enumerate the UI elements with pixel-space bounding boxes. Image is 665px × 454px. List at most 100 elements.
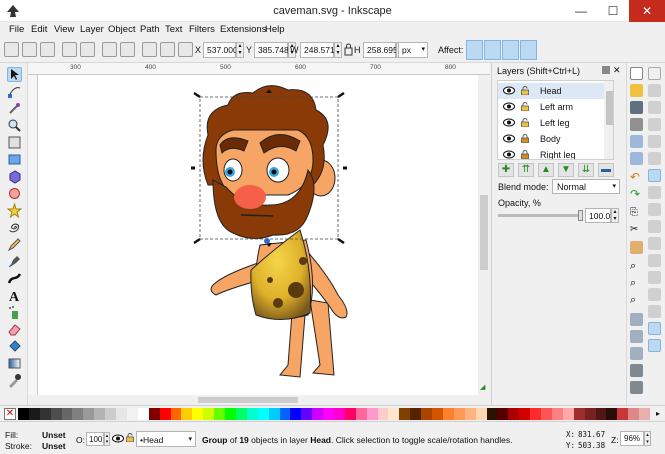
color-swatch[interactable]	[497, 408, 509, 420]
snap-nodes-icon[interactable]	[648, 169, 661, 182]
unlock-icon[interactable]	[521, 86, 529, 96]
pencil-tool-icon[interactable]	[7, 237, 22, 252]
color-swatch[interactable]	[105, 408, 117, 420]
color-swatch[interactable]	[421, 408, 433, 420]
menu-edit[interactable]: Edit	[31, 24, 47, 35]
color-swatch[interactable]	[519, 408, 531, 420]
layer-list-scrollbar[interactable]	[604, 81, 613, 159]
color-swatch[interactable]	[137, 408, 150, 420]
add-layer-button[interactable]: ✚	[498, 163, 514, 177]
stroke-value[interactable]: Unset	[42, 441, 66, 451]
color-swatch[interactable]	[639, 408, 651, 420]
color-swatch[interactable]	[617, 408, 629, 420]
menu-file[interactable]: File	[9, 24, 24, 35]
scale-stroke-toggle[interactable]	[466, 40, 483, 60]
raise-to-top-icon[interactable]	[142, 42, 157, 57]
node-tool-icon[interactable]	[7, 84, 22, 99]
lock-ratio-icon[interactable]	[344, 43, 353, 56]
transform-gradients-toggle[interactable]	[502, 40, 519, 60]
x-field[interactable]: 537.000	[203, 42, 238, 58]
snap-object-center-icon[interactable]	[648, 271, 661, 284]
snap-bbox-icon[interactable]	[648, 84, 661, 97]
color-swatch[interactable]	[551, 408, 564, 420]
3d-box-tool-icon[interactable]	[7, 169, 22, 184]
snap-page-border-icon[interactable]	[648, 305, 661, 318]
snap-rotation-center-icon[interactable]	[648, 288, 661, 301]
color-swatch[interactable]	[257, 408, 270, 420]
color-swatch[interactable]	[312, 408, 324, 420]
eye-icon[interactable]	[503, 86, 515, 95]
color-swatch[interactable]	[214, 408, 226, 420]
color-swatch[interactable]	[61, 408, 73, 420]
pen-tool-icon[interactable]	[7, 254, 22, 269]
x-spinner[interactable]: ▴ ▾	[236, 42, 244, 58]
ungroup-icon[interactable]	[630, 381, 643, 394]
color-swatch[interactable]	[486, 408, 498, 420]
zoom-tool-icon[interactable]	[7, 118, 22, 133]
color-swatch[interactable]	[399, 408, 411, 420]
minimize-button[interactable]: —	[565, 0, 597, 22]
color-swatch[interactable]	[116, 408, 128, 420]
color-swatch[interactable]	[39, 408, 52, 420]
opacity-field[interactable]: 100.0	[585, 208, 611, 223]
color-swatch[interactable]	[148, 408, 161, 420]
color-swatch[interactable]	[541, 408, 553, 420]
menu-view[interactable]: View	[54, 24, 74, 35]
color-swatch[interactable]	[18, 408, 30, 420]
color-swatch[interactable]	[432, 408, 444, 420]
color-swatch[interactable]	[508, 408, 520, 420]
menu-text[interactable]: Text	[165, 24, 182, 35]
color-swatch[interactable]	[366, 408, 379, 420]
snap-midpoint-icon[interactable]	[648, 254, 661, 267]
flip-horizontal-icon[interactable]	[102, 42, 117, 57]
color-swatch[interactable]	[83, 408, 95, 420]
open-folder-icon[interactable]	[630, 84, 643, 97]
color-swatch[interactable]	[290, 408, 302, 420]
save-icon[interactable]	[630, 101, 643, 114]
horizontal-scroll-thumb[interactable]	[198, 397, 298, 403]
color-swatch[interactable]	[595, 408, 607, 420]
undo-icon[interactable]: ↶	[630, 171, 643, 184]
clone-icon[interactable]	[630, 330, 643, 343]
drawing-canvas[interactable]	[38, 75, 478, 395]
current-layer-select[interactable]: •Head ▾	[136, 431, 196, 447]
raise-icon[interactable]	[160, 42, 175, 57]
blend-mode-select[interactable]: Normal ▾	[552, 179, 620, 194]
eraser-tool-icon[interactable]	[7, 322, 22, 337]
color-swatch[interactable]	[225, 408, 237, 420]
eye-icon[interactable]	[112, 434, 124, 445]
lower-layer-button[interactable]: ▼	[558, 163, 574, 177]
vertical-scrollbar[interactable]: ◢	[478, 75, 490, 395]
cut-icon[interactable]: ✂	[630, 224, 643, 237]
paste-icon[interactable]	[630, 241, 643, 254]
print-icon[interactable]	[630, 118, 643, 131]
unit-select[interactable]: px ▾	[398, 42, 428, 58]
group-icon[interactable]	[630, 364, 643, 377]
layer-row-body[interactable]: Body	[498, 131, 613, 147]
w-spinner[interactable]: ▴ ▾	[334, 42, 342, 58]
color-swatch[interactable]	[562, 408, 575, 420]
vertical-scroll-thumb[interactable]	[480, 195, 488, 270]
maximize-button[interactable]: ☐	[597, 0, 629, 22]
color-swatch[interactable]	[50, 408, 63, 420]
ellipse-tool-icon[interactable]	[7, 186, 22, 201]
zoom-drawing-icon[interactable]: ⌕	[630, 277, 643, 290]
color-swatch[interactable]	[410, 408, 422, 420]
layer-row-head[interactable]: Head	[498, 83, 613, 99]
rotate-cw-icon[interactable]	[80, 42, 95, 57]
snap-center-icon[interactable]	[648, 152, 661, 165]
y-field[interactable]: 385.748	[254, 42, 289, 58]
layer-row-right-leg[interactable]: Right leg	[498, 147, 613, 159]
selector-tool-icon[interactable]	[7, 67, 22, 82]
spray-tool-icon[interactable]	[7, 305, 22, 320]
color-swatch[interactable]	[181, 408, 193, 420]
color-swatch[interactable]	[388, 408, 400, 420]
snap-guides-icon[interactable]	[648, 339, 661, 352]
color-swatch[interactable]	[279, 408, 291, 420]
color-swatch[interactable]	[606, 408, 618, 420]
menu-filters[interactable]: Filters	[189, 24, 215, 35]
panel-close-icon[interactable]: ✕	[613, 65, 621, 76]
snap-bbox-edge-icon[interactable]	[648, 101, 661, 114]
color-swatch[interactable]	[192, 408, 204, 420]
eye-icon[interactable]	[503, 102, 515, 111]
